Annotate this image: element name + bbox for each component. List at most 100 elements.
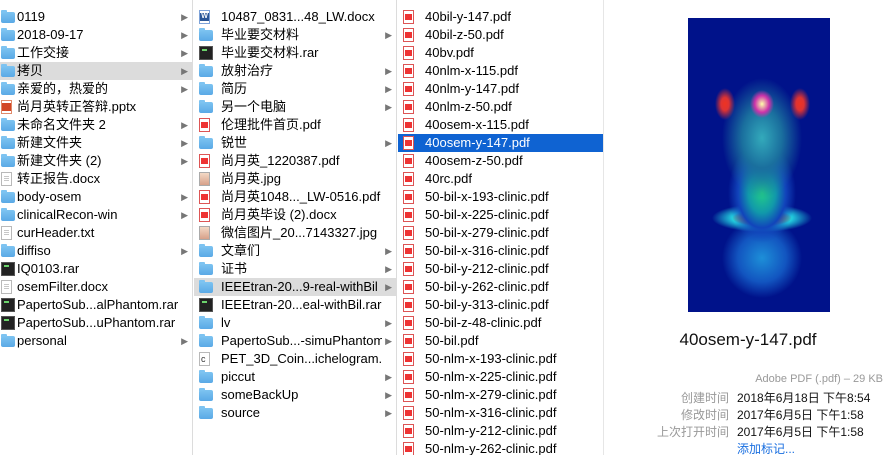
file-item[interactable]: 尚月英毕设 (2).docx xyxy=(194,206,396,224)
folder-item[interactable]: 亲爱的，热爱的 ▶ xyxy=(0,80,192,98)
file-item[interactable]: 40bv.pdf xyxy=(398,44,603,62)
created-label: 创建时间 xyxy=(680,391,729,405)
file-item[interactable]: 10487_0831...48_LW.docx xyxy=(194,8,396,26)
file-item[interactable]: 尚月英.jpg xyxy=(194,170,396,188)
item-name: 另一个电脑 xyxy=(221,99,287,114)
image-icon xyxy=(199,172,210,186)
file-item[interactable]: 50-bil-y-313-clinic.pdf xyxy=(398,296,603,314)
item-name: 未命名文件夹 2 xyxy=(17,117,106,132)
item-name: 微信图片_20...7143327.jpg xyxy=(221,225,378,240)
folder-icon xyxy=(1,334,15,347)
folder-item[interactable]: someBackUp ▶ xyxy=(194,386,396,404)
file-item[interactable]: osemFilter.docx xyxy=(0,278,192,296)
file-item[interactable]: 40osem-y-147.pdf xyxy=(398,134,603,152)
file-item[interactable]: 40osem-z-50.pdf xyxy=(398,152,603,170)
folder-item[interactable]: 2018-09-17 ▶ xyxy=(0,26,192,44)
folder-item[interactable]: piccut ▶ xyxy=(194,368,396,386)
chevron-right-icon: ▶ xyxy=(181,12,188,22)
file-item[interactable]: 50-nlm-x-316-clinic.pdf xyxy=(398,404,603,422)
file-item[interactable]: 40bil-y-147.pdf xyxy=(398,8,603,26)
file-item[interactable]: 50-nlm-x-193-clinic.pdf xyxy=(398,350,603,368)
item-name: 50-nlm-y-212-clinic.pdf xyxy=(425,423,557,438)
file-item[interactable]: 毕业要交材料.rar xyxy=(194,44,396,62)
folder-item[interactable]: 0119 ▶ xyxy=(0,8,192,26)
folder-item[interactable]: 未命名文件夹 2 ▶ xyxy=(0,116,192,134)
file-item[interactable]: IEEEtran-20...eal-withBil.rar xyxy=(194,296,396,314)
item-name: 2018-09-17 xyxy=(17,27,84,42)
item-name: 亲爱的，热爱的 xyxy=(17,81,109,96)
folder-item[interactable]: 新建文件夹 (2) ▶ xyxy=(0,152,192,170)
folder-item[interactable]: IEEEtran-20...9-real-withBil ▶ xyxy=(194,278,396,296)
file-item[interactable]: PapertoSub...alPhantom.rar xyxy=(0,296,192,314)
preview-thumbnail[interactable] xyxy=(688,18,830,312)
folder-item[interactable]: 简历 ▶ xyxy=(194,80,396,98)
item-name: 证书 xyxy=(221,261,248,276)
add-tags-link[interactable]: 添加标记... xyxy=(737,440,795,455)
file-item[interactable]: 50-bil-y-212-clinic.pdf xyxy=(398,260,603,278)
folder-icon xyxy=(199,244,213,257)
pdf-icon xyxy=(403,280,414,294)
chevron-right-icon: ▶ xyxy=(385,408,392,418)
item-name: PapertoSub...uPhantom.rar xyxy=(17,315,176,330)
file-item[interactable]: 50-nlm-x-279-clinic.pdf xyxy=(398,386,603,404)
folder-item[interactable]: 文章们 ▶ xyxy=(194,242,396,260)
file-item[interactable]: 微信图片_20...7143327.jpg xyxy=(194,224,396,242)
file-item[interactable]: 尚月英1048..._LW-0516.pdf xyxy=(194,188,396,206)
folder-item[interactable]: diffiso ▶ xyxy=(0,242,192,260)
folder-item[interactable]: 拷贝 ▶ xyxy=(0,62,192,80)
folder-item[interactable]: source ▶ xyxy=(194,404,396,422)
file-item[interactable]: PET_3D_Coin...ichelogram.c xyxy=(194,350,396,368)
file-item[interactable]: 40nlm-x-115.pdf xyxy=(398,62,603,80)
folder-item[interactable]: PapertoSub...-simuPhantom ▶ xyxy=(194,332,396,350)
folder-item[interactable]: body-osem ▶ xyxy=(0,188,192,206)
item-name: 伦理批件首页.pdf xyxy=(221,117,321,132)
file-item[interactable]: 50-bil.pdf xyxy=(398,332,603,350)
folder-item[interactable]: 锐世 ▶ xyxy=(194,134,396,152)
folder-icon xyxy=(199,82,213,95)
file-item[interactable]: 50-nlm-y-212-clinic.pdf xyxy=(398,422,603,440)
file-item[interactable]: IQ0103.rar xyxy=(0,260,192,278)
file-item[interactable]: 转正报告.docx xyxy=(0,170,192,188)
column-2[interactable]: 10487_0831...48_LW.docx 毕业要交材料 ▶ 毕业要交材料.rar… xyxy=(194,0,397,455)
file-item[interactable]: 40nlm-y-147.pdf xyxy=(398,80,603,98)
file-item[interactable]: 伦理批件首页.pdf xyxy=(194,116,396,134)
item-name: 文章们 xyxy=(221,243,261,258)
preview-filename: 40osem-y-147.pdf xyxy=(679,330,817,349)
file-item[interactable]: 40bil-z-50.pdf xyxy=(398,26,603,44)
item-name: 50-nlm-x-225-clinic.pdf xyxy=(425,369,557,384)
file-item[interactable]: 50-bil-x-279-clinic.pdf xyxy=(398,224,603,242)
folder-item[interactable]: 证书 ▶ xyxy=(194,260,396,278)
file-item[interactable]: 尚月英转正答辩.pptx xyxy=(0,98,192,116)
folder-item[interactable]: personal ▶ xyxy=(0,332,192,350)
archive-icon xyxy=(199,298,213,312)
file-item[interactable]: 40rc.pdf xyxy=(398,170,603,188)
column-1[interactable]: 0119 ▶ 2018-09-17 ▶ 工作交接 ▶ 拷贝 ▶ 亲爱的，热爱的 ▶ 尚月英转正答辩.… xyxy=(0,0,193,455)
file-item[interactable]: curHeader.txt xyxy=(0,224,192,242)
pdf-icon xyxy=(403,190,414,204)
folder-item[interactable]: 放射治疗 ▶ xyxy=(194,62,396,80)
folder-item[interactable]: 新建文件夹 ▶ xyxy=(0,134,192,152)
item-name: 50-bil-y-262-clinic.pdf xyxy=(425,279,549,294)
file-item[interactable]: PapertoSub...uPhantom.rar xyxy=(0,314,192,332)
column-3[interactable]: 40bil-y-147.pdf 40bil-z-50.pdf 40bv.pdf 40n… xyxy=(398,0,604,455)
item-name: 50-bil-y-212-clinic.pdf xyxy=(425,261,549,276)
chevron-right-icon: ▶ xyxy=(181,138,188,148)
file-item[interactable]: 40osem-x-115.pdf xyxy=(398,116,603,134)
file-item[interactable]: 40nlm-z-50.pdf xyxy=(398,98,603,116)
file-item[interactable]: 50-bil-x-316-clinic.pdf xyxy=(398,242,603,260)
pdf-icon xyxy=(403,226,414,240)
folder-item[interactable]: 另一个电脑 ▶ xyxy=(194,98,396,116)
file-item[interactable]: 尚月英_1220387.pdf xyxy=(194,152,396,170)
file-item[interactable]: 50-nlm-y-262-clinic.pdf xyxy=(398,440,603,455)
file-item[interactable]: 50-bil-y-262-clinic.pdf xyxy=(398,278,603,296)
file-item[interactable]: 50-nlm-x-225-clinic.pdf xyxy=(398,368,603,386)
folder-item[interactable]: clinicalRecon-win ▶ xyxy=(0,206,192,224)
file-item[interactable]: 50-bil-x-225-clinic.pdf xyxy=(398,206,603,224)
pdf-icon xyxy=(403,406,414,420)
item-name: 50-bil-y-313-clinic.pdf xyxy=(425,297,549,312)
folder-item[interactable]: 工作交接 ▶ xyxy=(0,44,192,62)
file-item[interactable]: 50-bil-x-193-clinic.pdf xyxy=(398,188,603,206)
folder-item[interactable]: 毕业要交材料 ▶ xyxy=(194,26,396,44)
folder-item[interactable]: lv ▶ xyxy=(194,314,396,332)
file-item[interactable]: 50-bil-z-48-clinic.pdf xyxy=(398,314,603,332)
